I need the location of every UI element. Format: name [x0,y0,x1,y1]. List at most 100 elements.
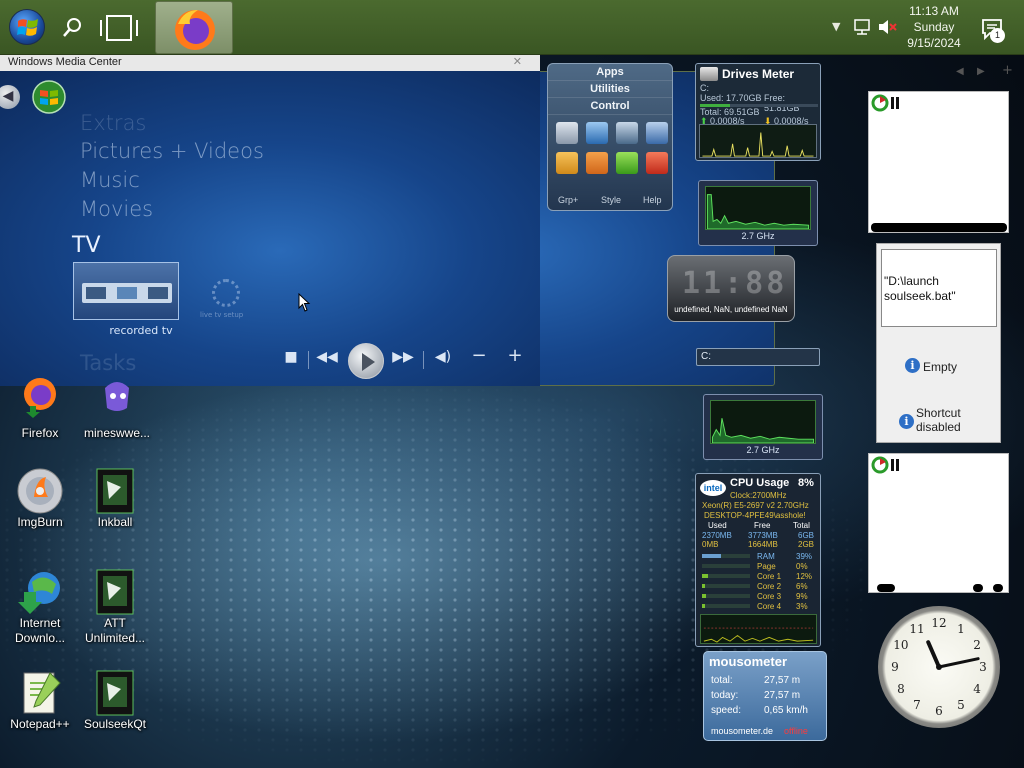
power-icon[interactable] [586,152,608,174]
launcher-tab-apps[interactable]: Apps [548,64,672,81]
desktop-icon-att-unlimited[interactable]: ATT Unlimited... [75,568,155,646]
back-button[interactable]: ◀ [0,85,20,109]
media-center-logo-icon[interactable] [32,80,66,114]
previous-page-icon[interactable]: ◀ [956,66,964,77]
menu-item-tasks[interactable]: Tasks [80,351,136,375]
host-name: DESKTOP-4PFE49\asshole! [704,511,806,520]
page-used: 0MB [702,540,719,549]
desktop-icon-notepad-plus-plus[interactable]: Notepad++ [0,669,80,732]
page-total: 2GB [798,540,815,549]
col-total: Total [793,521,810,530]
usage-bar-value: 6% [796,582,808,591]
firefox-icon [175,10,215,50]
desktop-icon-soulseekqt[interactable]: SoulseekQt [75,669,155,732]
speaker-icon[interactable]: ◀) [432,349,454,365]
clock-center-pin [936,664,942,670]
mousometer-site-link[interactable]: mousometer.de [711,726,773,736]
recorded-tv-tile[interactable] [73,262,179,320]
col-used: Used [708,521,727,530]
cpu-activity-graph [705,186,811,230]
desktop-icon-imgburn[interactable]: ImgBurn [0,467,80,530]
recycle-bin-icon[interactable] [556,122,578,144]
launcher-group-add-button[interactable]: Grp+ [558,195,578,205]
volume-muted-icon[interactable] [876,17,898,37]
volume-up-icon[interactable]: + [504,345,526,366]
menu-item-music[interactable]: Music [80,168,140,192]
network-places-icon[interactable] [616,122,638,144]
network-icon[interactable] [852,17,874,37]
launcher-help-button[interactable]: Help [643,195,662,205]
next-page-icon[interactable]: ▶ [977,66,985,77]
gadget-footer-bar [871,223,1007,232]
window-title: Windows Media Center [8,56,122,68]
usage-bar-label: Core 4 [757,602,782,611]
launch-path-field[interactable]: "D:\launch soulseek.bat" [881,249,997,327]
usage-bar-value: 0% [796,562,808,571]
drive-activity-graph [699,124,817,158]
drives-meter-title: Drives Meter [722,67,795,81]
volume-down-icon[interactable]: − [468,345,490,366]
shutdown-icon[interactable] [646,152,668,174]
menu-section-tv[interactable]: TV [72,233,101,258]
usage-bar-value: 9% [796,592,808,601]
cpu-usage-title: CPU Usage [730,477,790,489]
gadget-dot [877,584,895,592]
hard-disk-icon [700,67,718,81]
cpu-history-graph [700,614,817,644]
launcher-tab-control[interactable]: Control [548,98,672,115]
live-tv-setup-gear-icon[interactable] [212,279,240,307]
launcher-style-button[interactable]: Style [601,195,621,205]
info-icon: i [899,414,914,429]
menu-item-pictures-videos[interactable]: Pictures + Videos [80,139,264,163]
documents-icon[interactable] [646,122,668,144]
start-button[interactable] [9,9,45,45]
firefox-icon [16,378,64,426]
task-view-icon[interactable] [98,13,140,43]
shortcut-app-icon [91,467,139,515]
shortcut-app-icon [91,568,139,616]
clock-hour-hand [926,640,941,669]
usage-bar-label: Page [757,562,776,571]
taskbar-firefox-button[interactable] [155,1,233,54]
usage-bar-label: Core 3 [757,592,782,601]
taskbar: ▼ 11:13 AM Sunday 9/15/2024 1 [0,0,1024,386]
desktop-icon-firefox[interactable]: Firefox [0,378,80,441]
page-free: 1664MB [748,540,778,549]
usage-bar-label: Core 2 [757,582,782,591]
clock-time: 11:13 AM [909,4,959,18]
blank-gadget-2 [868,453,1009,593]
refresh-pause-icon[interactable] [871,94,901,112]
play-button[interactable] [348,343,384,379]
media-center-titlebar[interactable]: Windows Media Center ✕ [0,55,540,71]
desktop-icon-mineswwe[interactable]: mineswwe... [77,378,157,441]
launcher-tab-utilities[interactable]: Utilities [548,81,672,98]
menu-item-movies[interactable]: Movies [80,197,153,221]
ram-used: 2370MB [702,531,732,540]
clock-minute-hand [937,657,980,669]
desktop-icon-inkball[interactable]: Inkball [75,467,155,530]
drive-letter: C: [700,83,709,93]
add-gadget-icon[interactable]: + [1002,63,1013,78]
divider [423,351,424,369]
today-label: today: [711,690,739,701]
close-icon[interactable]: ✕ [513,55,522,69]
desktop-icon-internet-download[interactable]: Internet Downlo... [0,568,80,646]
search-icon[interactable] [58,14,86,42]
fast-forward-icon[interactable]: ▶▶ [392,349,414,365]
desktop-icon-label: Firefox [21,426,59,440]
lock-icon[interactable] [556,152,578,174]
restart-icon[interactable] [616,152,638,174]
usage-bar-fill [702,554,721,558]
taskbar-clock[interactable]: 11:13 AM Sunday 9/15/2024 [900,3,968,51]
analog-clock-gadget: 12 1 2 3 4 5 6 7 8 9 10 11 [878,606,1000,728]
window-icon[interactable] [586,122,608,144]
menu-item-extras[interactable]: Extras [80,111,146,135]
minesweeper-icon [93,378,141,426]
stop-icon[interactable]: ■ [280,349,302,365]
drive-path-field[interactable]: C: [696,348,820,366]
rewind-icon[interactable]: ◀◀ [316,349,338,365]
media-center-window: ◀ Extras Pictures + Videos Music Movies … [0,71,540,386]
refresh-pause-icon[interactable] [871,456,901,474]
tray-overflow-chevron-icon[interactable]: ▼ [832,20,840,33]
col-free: Free [754,521,771,530]
